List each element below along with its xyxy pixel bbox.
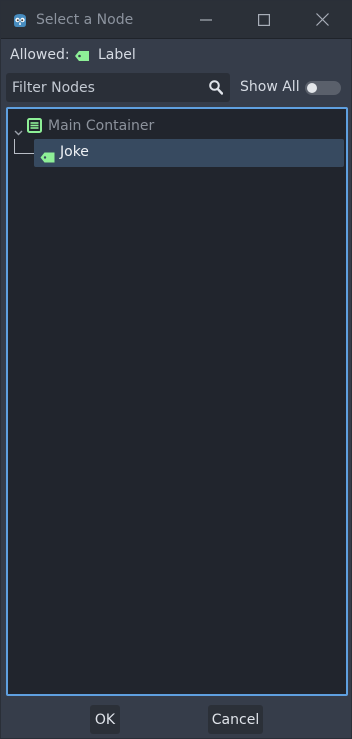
minimize-icon <box>200 11 212 30</box>
close-button[interactable] <box>293 1 351 39</box>
tree-item-joke[interactable]: Joke <box>8 139 346 167</box>
node-tree[interactable]: Main Container Joke <box>6 107 348 696</box>
close-icon <box>315 11 329 30</box>
show-all-label: Show All <box>240 79 300 95</box>
label-node-icon <box>40 148 55 167</box>
show-all-toggle[interactable] <box>305 81 341 95</box>
maximize-button[interactable] <box>235 1 293 39</box>
godot-icon <box>11 11 29 29</box>
window-title: Select a Node <box>36 12 134 28</box>
tree-item-main-container[interactable]: Main Container <box>8 113 346 154</box>
label-node-icon <box>74 50 90 66</box>
allowed-label: Allowed: <box>10 47 70 63</box>
allowed-type: Label <box>98 47 136 63</box>
tree-item-label: Main Container <box>48 118 155 134</box>
tree-item-label: Joke <box>60 144 89 160</box>
chevron-down-icon[interactable] <box>14 121 23 140</box>
toggle-knob <box>307 83 317 93</box>
container-icon <box>27 118 42 137</box>
maximize-icon <box>258 11 271 30</box>
title-bar[interactable]: Select a Node <box>1 1 352 39</box>
search-icon[interactable] <box>209 80 224 99</box>
filter-nodes-input[interactable] <box>6 73 202 102</box>
filter-nodes-field[interactable] <box>6 73 230 102</box>
selected-tree-item[interactable]: Joke <box>34 139 344 167</box>
select-node-dialog: Select a Node Allowed: Label Filter Node… <box>0 0 352 739</box>
cancel-button[interactable]: Cancel <box>208 705 263 734</box>
ok-button[interactable]: OK <box>90 705 120 734</box>
minimize-button[interactable] <box>177 1 235 39</box>
